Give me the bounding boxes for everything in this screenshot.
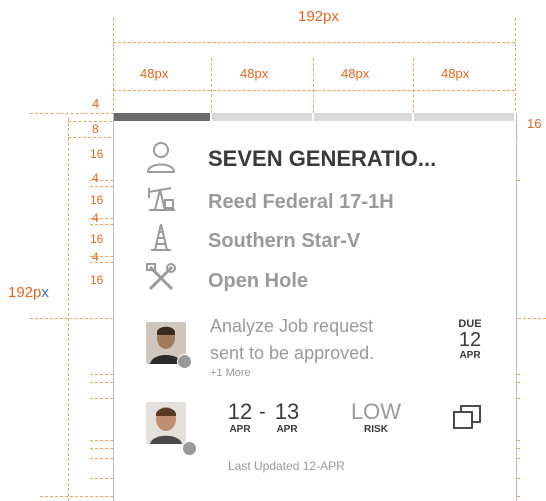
label-col-1: 48px — [140, 66, 169, 81]
label-top-total: 192px — [298, 8, 339, 25]
guide-v — [68, 118, 69, 501]
open-window-icon[interactable] — [452, 404, 482, 430]
label-col-2: 48px — [240, 66, 269, 81]
progress-segment — [314, 113, 412, 121]
task-more-link[interactable]: +1 More — [210, 367, 251, 379]
operation-name: Open Hole — [208, 270, 309, 292]
end-day: 13 — [274, 399, 300, 424]
due-date: DUE 12 APR — [452, 318, 488, 361]
person-icon — [146, 142, 176, 173]
progress-segment — [212, 113, 312, 121]
label-row: 16 — [90, 147, 104, 161]
guide-h — [113, 90, 515, 91]
task-description-line-2: sent to be approved. — [210, 343, 375, 363]
tools-icon — [146, 263, 176, 291]
task-description-line-1: Analyze Job request — [210, 316, 374, 336]
progress-segment — [114, 113, 210, 121]
avatar-photo — [146, 402, 186, 444]
due-day: 12 — [458, 329, 482, 351]
label-row: 4 — [92, 211, 99, 225]
label-gap-top: 4 — [92, 96, 100, 111]
well-name: Reed Federal 17-1H — [208, 191, 394, 213]
label-row: 4 — [92, 171, 99, 185]
label-row-8: 8 — [92, 122, 99, 136]
start-day: 12 — [227, 399, 253, 424]
guide-v — [313, 58, 314, 118]
label-right-16: 16 — [527, 116, 542, 131]
rig-name: Southern Star-V — [208, 230, 361, 252]
label-row: 16 — [90, 193, 104, 207]
guide-h — [30, 113, 114, 114]
guide-v — [211, 58, 212, 118]
label-row: 16 — [90, 273, 104, 287]
end-month: APR — [276, 424, 298, 435]
end-date: 13 APR — [272, 399, 302, 436]
label-row: 4 — [92, 250, 99, 264]
customer-title[interactable]: SEVEN GENERATIO... — [208, 146, 454, 172]
start-month: APR — [229, 424, 251, 435]
risk-level: LOW — [350, 399, 402, 424]
guide-v — [413, 58, 414, 118]
avatar[interactable] — [146, 402, 186, 444]
due-month: APR — [459, 350, 481, 361]
risk-indicator: LOW RISK — [346, 399, 406, 436]
status-dot — [182, 441, 197, 456]
label-left-total-num: 192p — [8, 284, 42, 301]
label-col-3: 48px — [341, 66, 370, 81]
progress-segment — [414, 113, 514, 121]
status-dot — [177, 354, 192, 369]
guide-h — [113, 42, 515, 43]
last-updated: Last Updated 12-APR — [228, 459, 345, 473]
start-date: 12 APR — [225, 399, 255, 436]
date-range-separator: - — [259, 401, 266, 423]
risk-label: RISK — [364, 424, 388, 435]
drilling-rig-icon — [151, 223, 171, 251]
label-left-total: 192px — [8, 284, 49, 301]
label-left-total-unit: x — [41, 284, 49, 301]
pumpjack-icon — [148, 187, 175, 211]
label-col-4: 48px — [441, 66, 470, 81]
label-row: 16 — [90, 232, 104, 246]
